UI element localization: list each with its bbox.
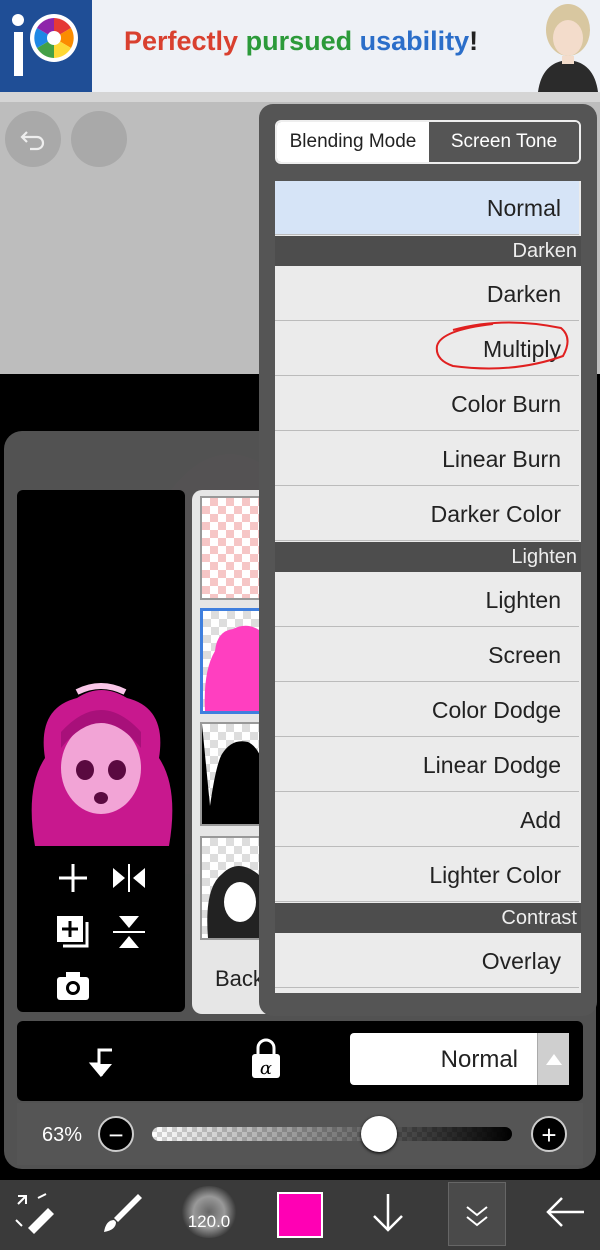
plus-icon: [59, 864, 87, 892]
blend-mode-item[interactable]: Linear Dodge: [275, 738, 579, 792]
transform-eraser-icon: [15, 1193, 54, 1234]
color-swatch[interactable]: [277, 1192, 323, 1238]
plus-icon: +: [541, 1120, 557, 1150]
blend-mode-item[interactable]: Darker Color: [275, 487, 579, 541]
blend-mode-item[interactable]: Linear Burn: [275, 432, 579, 486]
undo-button[interactable]: [5, 111, 61, 167]
triangle-up-icon: [545, 1054, 562, 1065]
blend-mode-item[interactable]: Overlay: [275, 934, 579, 988]
ad-headline[interactable]: Perfectly pursued usability!: [124, 26, 478, 57]
merge-down-arrow-icon: [88, 1048, 112, 1077]
blend-mode-list[interactable]: Normal Darken Darken Multiply Color Burn Line…: [275, 181, 581, 993]
blend-group-header: Contrast: [275, 903, 581, 933]
opacity-slider-knob[interactable]: [360, 1116, 397, 1152]
layer-preview[interactable]: [17, 490, 185, 1012]
flip-horizontal-button[interactable]: [109, 858, 149, 898]
ad-word-3: usability: [359, 26, 470, 56]
flip-vertical-button[interactable]: [109, 912, 149, 952]
blend-mode-value: Normal: [440, 1046, 518, 1073]
ad-character-image: [532, 0, 600, 92]
brush-tool-button[interactable]: [96, 1186, 148, 1238]
duplicate-layer-button[interactable]: [53, 912, 93, 952]
blend-mode-item[interactable]: Color Burn: [275, 377, 579, 431]
ibispaint-logo[interactable]: [0, 0, 92, 92]
camera-button[interactable]: [53, 966, 93, 1006]
opacity-increase-button[interactable]: +: [531, 1116, 567, 1152]
camera-icon: [57, 972, 89, 1000]
ad-word-2: pursued: [245, 26, 353, 56]
undo-icon: [20, 131, 45, 151]
blend-mode-item[interactable]: Lighten: [275, 573, 579, 627]
arrow-down-icon: [373, 1194, 403, 1232]
minus-icon: −: [108, 1120, 124, 1150]
chevron-double-down-icon: [466, 1206, 488, 1227]
merge-down-button[interactable]: [84, 1040, 120, 1080]
blend-mode-item[interactable]: Color Dodge: [275, 683, 579, 737]
layer-down-button[interactable]: [362, 1186, 414, 1238]
flip-vertical-icon: [113, 916, 145, 948]
ad-word-1: Perfectly: [124, 26, 239, 56]
expand-panel-button[interactable]: [448, 1182, 506, 1246]
blend-mode-item[interactable]: Add: [275, 793, 579, 847]
ad-word-4: !: [469, 26, 479, 56]
blend-mode-toggle[interactable]: [537, 1033, 569, 1085]
tab-screen-tone[interactable]: Screen Tone: [429, 122, 579, 162]
alpha-lock-button[interactable]: α: [246, 1038, 286, 1082]
flip-horizontal-icon: [113, 864, 145, 892]
opacity-label: 63%: [42, 1124, 83, 1146]
svg-text:α: α: [260, 1058, 272, 1079]
add-layer-button[interactable]: [53, 858, 93, 898]
back-button[interactable]: [540, 1186, 592, 1238]
multiply-annotation-circle: [435, 321, 569, 370]
blend-mode-item[interactable]: Normal: [275, 181, 579, 235]
alpha-lock-icon: α: [252, 1038, 280, 1079]
popup-tabs: Blending Mode Screen Tone: [275, 120, 581, 164]
blend-mode-item[interactable]: Screen: [275, 628, 579, 682]
redo-button[interactable]: [71, 111, 127, 167]
duplicate-icon: [57, 916, 89, 948]
blend-group-header: Darken: [275, 236, 581, 266]
top-strip: [0, 92, 600, 102]
blend-mode-item[interactable]: Lighter Color: [275, 848, 579, 902]
brush-icon: [104, 1194, 142, 1232]
tab-blending-mode[interactable]: Blending Mode: [277, 122, 429, 162]
tool-selection-button[interactable]: [8, 1186, 60, 1238]
arrow-left-icon: [546, 1197, 584, 1227]
opacity-decrease-button[interactable]: −: [98, 1116, 134, 1152]
blend-mode-item[interactable]: Darken: [275, 267, 579, 321]
opacity-slider[interactable]: [152, 1127, 512, 1141]
blend-group-header: Lighten: [275, 542, 581, 572]
brush-size-value: 120.0: [187, 1212, 231, 1231]
